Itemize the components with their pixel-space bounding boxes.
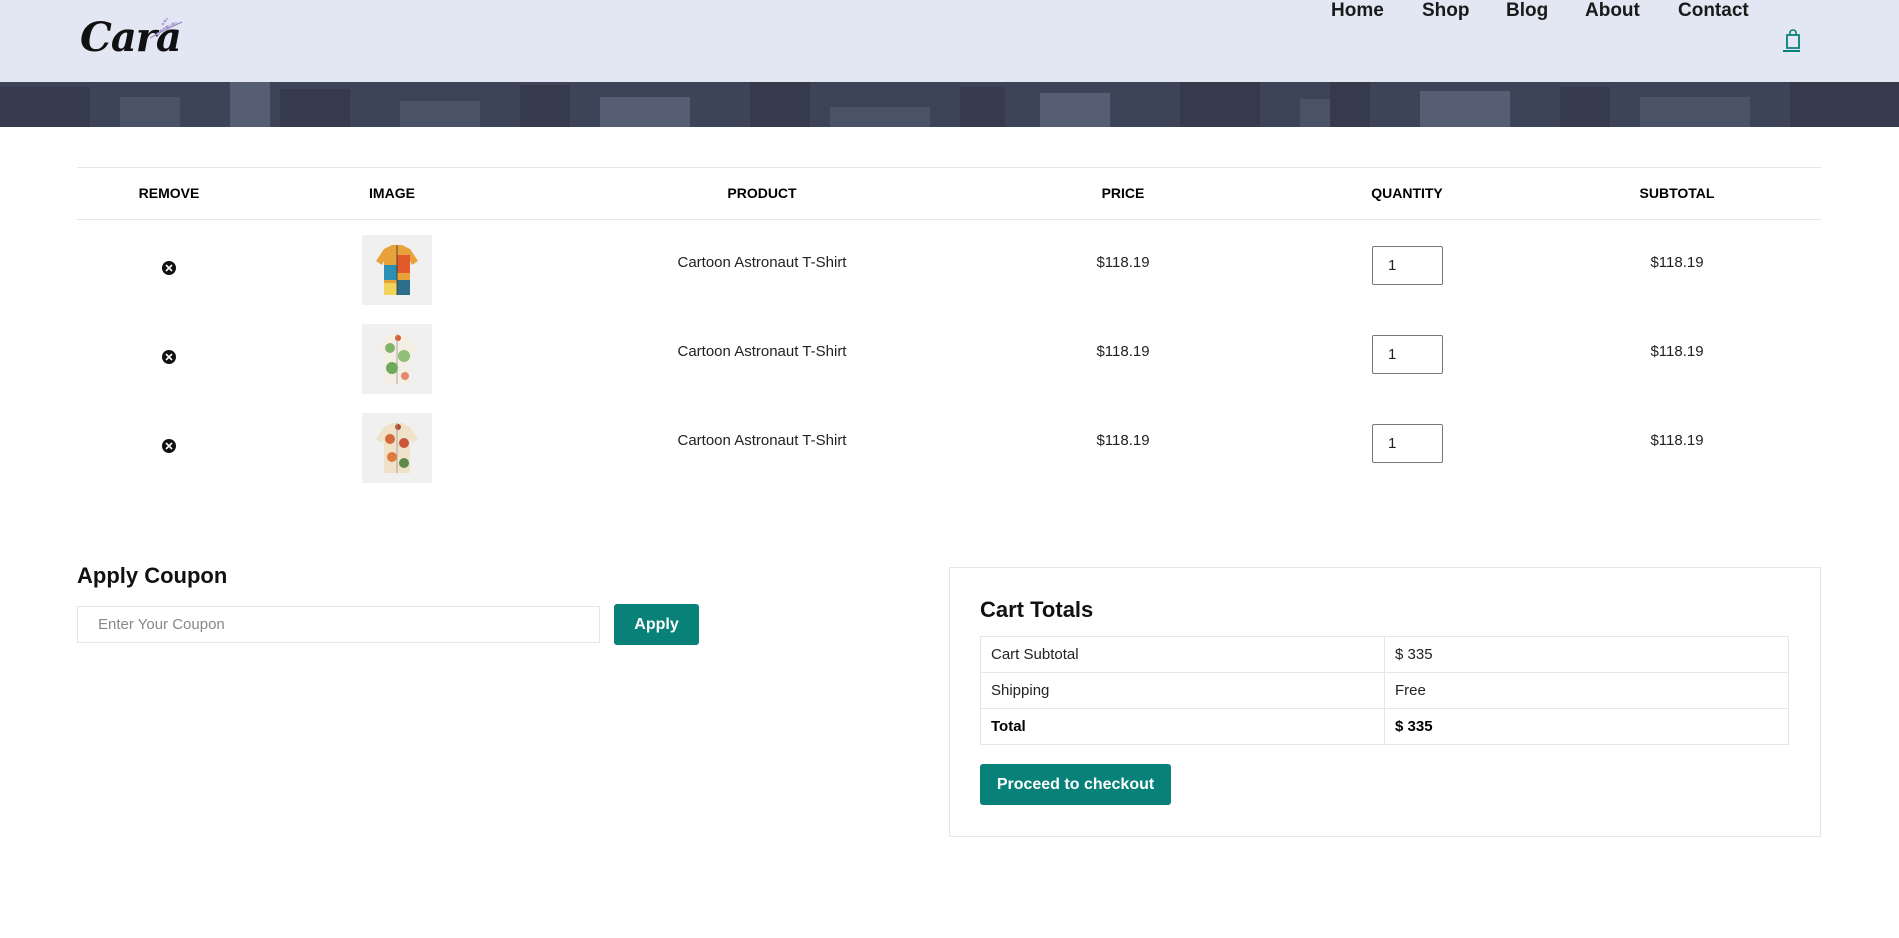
- product-subtotal: $118.19: [1650, 254, 1704, 271]
- product-image: [362, 235, 432, 305]
- shopping-bag-icon[interactable]: [1783, 26, 1803, 52]
- page-banner: [0, 82, 1899, 127]
- totals-title: Cart Totals: [980, 597, 1094, 622]
- remove-icon[interactable]: [162, 439, 176, 453]
- totals-row-subtotal: Cart Subtotal $ 335: [980, 636, 1789, 673]
- table-header: REMOVE IMAGE PRODUCT PRICE QUANTITY SUBT…: [77, 167, 1821, 220]
- apply-coupon-button[interactable]: Apply: [614, 604, 699, 645]
- nav-about[interactable]: About: [1585, 0, 1640, 22]
- nav-contact[interactable]: Contact: [1678, 0, 1749, 22]
- product-subtotal: $118.19: [1650, 343, 1704, 360]
- coupon-input[interactable]: [77, 606, 600, 643]
- totals-row-shipping: Shipping Free: [980, 672, 1789, 709]
- site-header: Cara Home Shop Blog About Contact: [0, 0, 1899, 82]
- proceed-to-checkout-button[interactable]: Proceed to checkout: [980, 764, 1171, 805]
- logo[interactable]: Cara: [80, 14, 183, 62]
- totals-value: Free: [1384, 672, 1789, 709]
- table-row: Cartoon Astronaut T-Shirt $118.19 $118.1…: [77, 310, 1821, 399]
- cart-totals: Cart Totals Cart Subtotal $ 335 Shipping…: [949, 567, 1821, 837]
- header-image: IMAGE: [369, 185, 415, 201]
- product-name: Cartoon Astronaut T-Shirt: [677, 254, 847, 271]
- remove-icon[interactable]: [162, 350, 176, 364]
- totals-row-total: Total $ 335: [980, 708, 1789, 745]
- nav-shop[interactable]: Shop: [1422, 0, 1470, 22]
- remove-icon[interactable]: [162, 261, 176, 275]
- header-remove: REMOVE: [138, 185, 200, 201]
- product-price: $118.19: [1096, 254, 1150, 271]
- quantity-input[interactable]: [1372, 246, 1443, 285]
- nav-home[interactable]: Home: [1331, 0, 1384, 22]
- totals-label: Cart Subtotal: [980, 636, 1385, 673]
- totals-value: $ 335: [1384, 636, 1789, 673]
- active-underline: [1783, 50, 1800, 52]
- totals-label: Shipping: [980, 672, 1385, 709]
- product-price: $118.19: [1096, 343, 1150, 360]
- header-subtotal: SUBTOTAL: [1639, 185, 1715, 201]
- quantity-input[interactable]: [1372, 424, 1443, 463]
- coupon-title: Apply Coupon: [77, 563, 228, 588]
- header-price: PRICE: [1101, 185, 1145, 201]
- table-row: Cartoon Astronaut T-Shirt $118.19 $118.1…: [77, 221, 1821, 310]
- product-image: [362, 324, 432, 394]
- totals-value: $ 335: [1384, 708, 1789, 745]
- table-row: Cartoon Astronaut T-Shirt $118.19 $118.1…: [77, 399, 1821, 488]
- product-price: $118.19: [1096, 432, 1150, 449]
- product-subtotal: $118.19: [1650, 432, 1704, 449]
- totals-label: Total: [980, 708, 1385, 745]
- header-quantity: QUANTITY: [1371, 185, 1443, 201]
- quantity-input[interactable]: [1372, 335, 1443, 374]
- product-name: Cartoon Astronaut T-Shirt: [677, 432, 847, 449]
- nav-blog[interactable]: Blog: [1506, 0, 1548, 22]
- lavender-icon: [149, 17, 183, 39]
- product-name: Cartoon Astronaut T-Shirt: [677, 343, 847, 360]
- product-image: [362, 413, 432, 483]
- totals-table: Cart Subtotal $ 335 Shipping Free Total …: [980, 636, 1789, 745]
- header-product: PRODUCT: [727, 185, 797, 201]
